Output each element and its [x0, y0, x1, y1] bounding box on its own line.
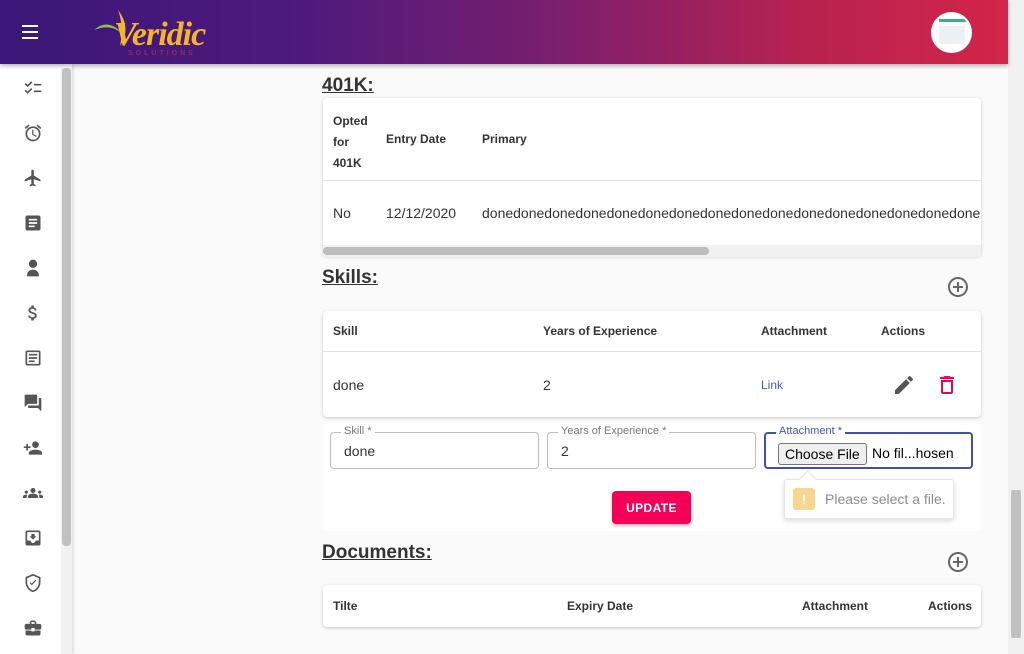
sidebar-scrollbar[interactable] — [61, 68, 72, 654]
attachment-field-label: Attachment * — [776, 425, 845, 437]
horizontal-scrollbar-thumb[interactable] — [323, 247, 709, 255]
column-header-skill[interactable]: Skill — [333, 324, 358, 338]
section-title-skills: Skills: — [322, 267, 378, 288]
column-header-attachment[interactable]: Attachment — [761, 324, 827, 338]
column-header-opted-line: for — [333, 135, 349, 149]
column-header-attachment[interactable]: Attachment — [802, 599, 868, 613]
column-header-actions[interactable]: Actions — [928, 599, 972, 613]
logo-subtext: SOLUTIONS — [128, 50, 196, 57]
table-horizontal-scrollbar[interactable] — [323, 245, 981, 257]
inbox-icon[interactable] — [20, 525, 46, 551]
table-documents: Tilte Expiry Date Attachment Actions — [323, 585, 981, 627]
row-divider — [323, 351, 981, 352]
cell-years: 2 — [543, 377, 551, 393]
years-field-label: Years of Experience * — [558, 425, 670, 437]
section-title-401k: 401K: — [322, 75, 374, 96]
column-header-expiry[interactable]: Expiry Date — [567, 599, 633, 613]
column-header-years[interactable]: Years of Experience — [543, 324, 657, 338]
table-401k: Opted for 401K Entry Date Primary No 12/… — [323, 98, 981, 256]
update-button[interactable]: UPDATE — [612, 491, 691, 524]
validation-tooltip: ! Please select a file. — [784, 479, 954, 519]
cell-primary: donedonedonedonedonedonedonedonedonedone… — [482, 205, 981, 221]
delete-icon[interactable] — [935, 373, 959, 397]
row-divider — [323, 180, 981, 181]
page-scrollbar-thumb[interactable] — [1011, 490, 1021, 638]
checklist-icon[interactable] — [20, 75, 46, 101]
add-skill-icon[interactable] — [946, 275, 970, 299]
column-header-opted-line: 401K — [333, 156, 362, 170]
document-icon[interactable] — [20, 345, 46, 371]
attachment-link[interactable]: Link — [761, 378, 783, 392]
skill-field[interactable]: Skill * done — [330, 425, 539, 469]
sidebar — [0, 64, 72, 654]
list-alt-icon[interactable] — [20, 210, 46, 236]
column-header-entry-date[interactable]: Entry Date — [386, 132, 446, 146]
table-skills: Skill Years of Experience Attachment Act… — [323, 311, 981, 417]
menu-icon[interactable] — [22, 22, 46, 42]
cell-skill: done — [333, 377, 365, 393]
cell-opted: No — [333, 205, 351, 221]
column-header-primary[interactable]: Primary — [482, 132, 527, 146]
alarm-icon[interactable] — [20, 120, 46, 146]
column-header-opted-line: Opted — [333, 114, 368, 128]
app-header: Veridic SOLUTIONS — [0, 0, 1008, 64]
column-header-title[interactable]: Tilte — [333, 599, 357, 613]
sidebar-scrollbar-thumb[interactable] — [62, 68, 71, 546]
dollar-icon[interactable] — [20, 300, 46, 326]
years-field-value: 2 — [561, 443, 569, 459]
chat-icon[interactable] — [20, 390, 46, 416]
skill-field-label: Skill * — [341, 425, 375, 437]
verified-icon[interactable] — [20, 570, 46, 596]
flight-icon[interactable] — [20, 165, 46, 191]
column-header-actions[interactable]: Actions — [881, 324, 925, 338]
cell-entry-date: 12/12/2020 — [386, 205, 457, 221]
badge-icon[interactable] — [20, 255, 46, 281]
edit-icon[interactable] — [892, 373, 916, 397]
choose-file-button[interactable]: Choose File — [778, 443, 867, 465]
briefcase-icon[interactable] — [20, 615, 46, 641]
column-header-opted[interactable]: Opted for 401K — [333, 111, 368, 174]
user-avatar[interactable] — [931, 12, 972, 53]
warning-icon: ! — [793, 488, 815, 510]
group-icon[interactable] — [20, 480, 46, 506]
section-title-documents: Documents: — [322, 542, 432, 563]
skill-field-value: done — [344, 443, 376, 459]
add-person-icon[interactable] — [20, 435, 46, 461]
add-document-icon[interactable] — [946, 550, 970, 574]
years-field[interactable]: Years of Experience * 2 — [547, 425, 756, 469]
validation-message: Please select a file. — [825, 491, 946, 507]
attachment-field[interactable]: Attachment * Choose File No fil...hosen — [764, 425, 973, 469]
file-status-text: No fil...hosen — [872, 445, 954, 461]
company-logo[interactable]: Veridic SOLUTIONS — [92, 6, 212, 60]
logo-text: Veridic — [114, 16, 206, 53]
page-scrollbar[interactable] — [1008, 0, 1024, 654]
